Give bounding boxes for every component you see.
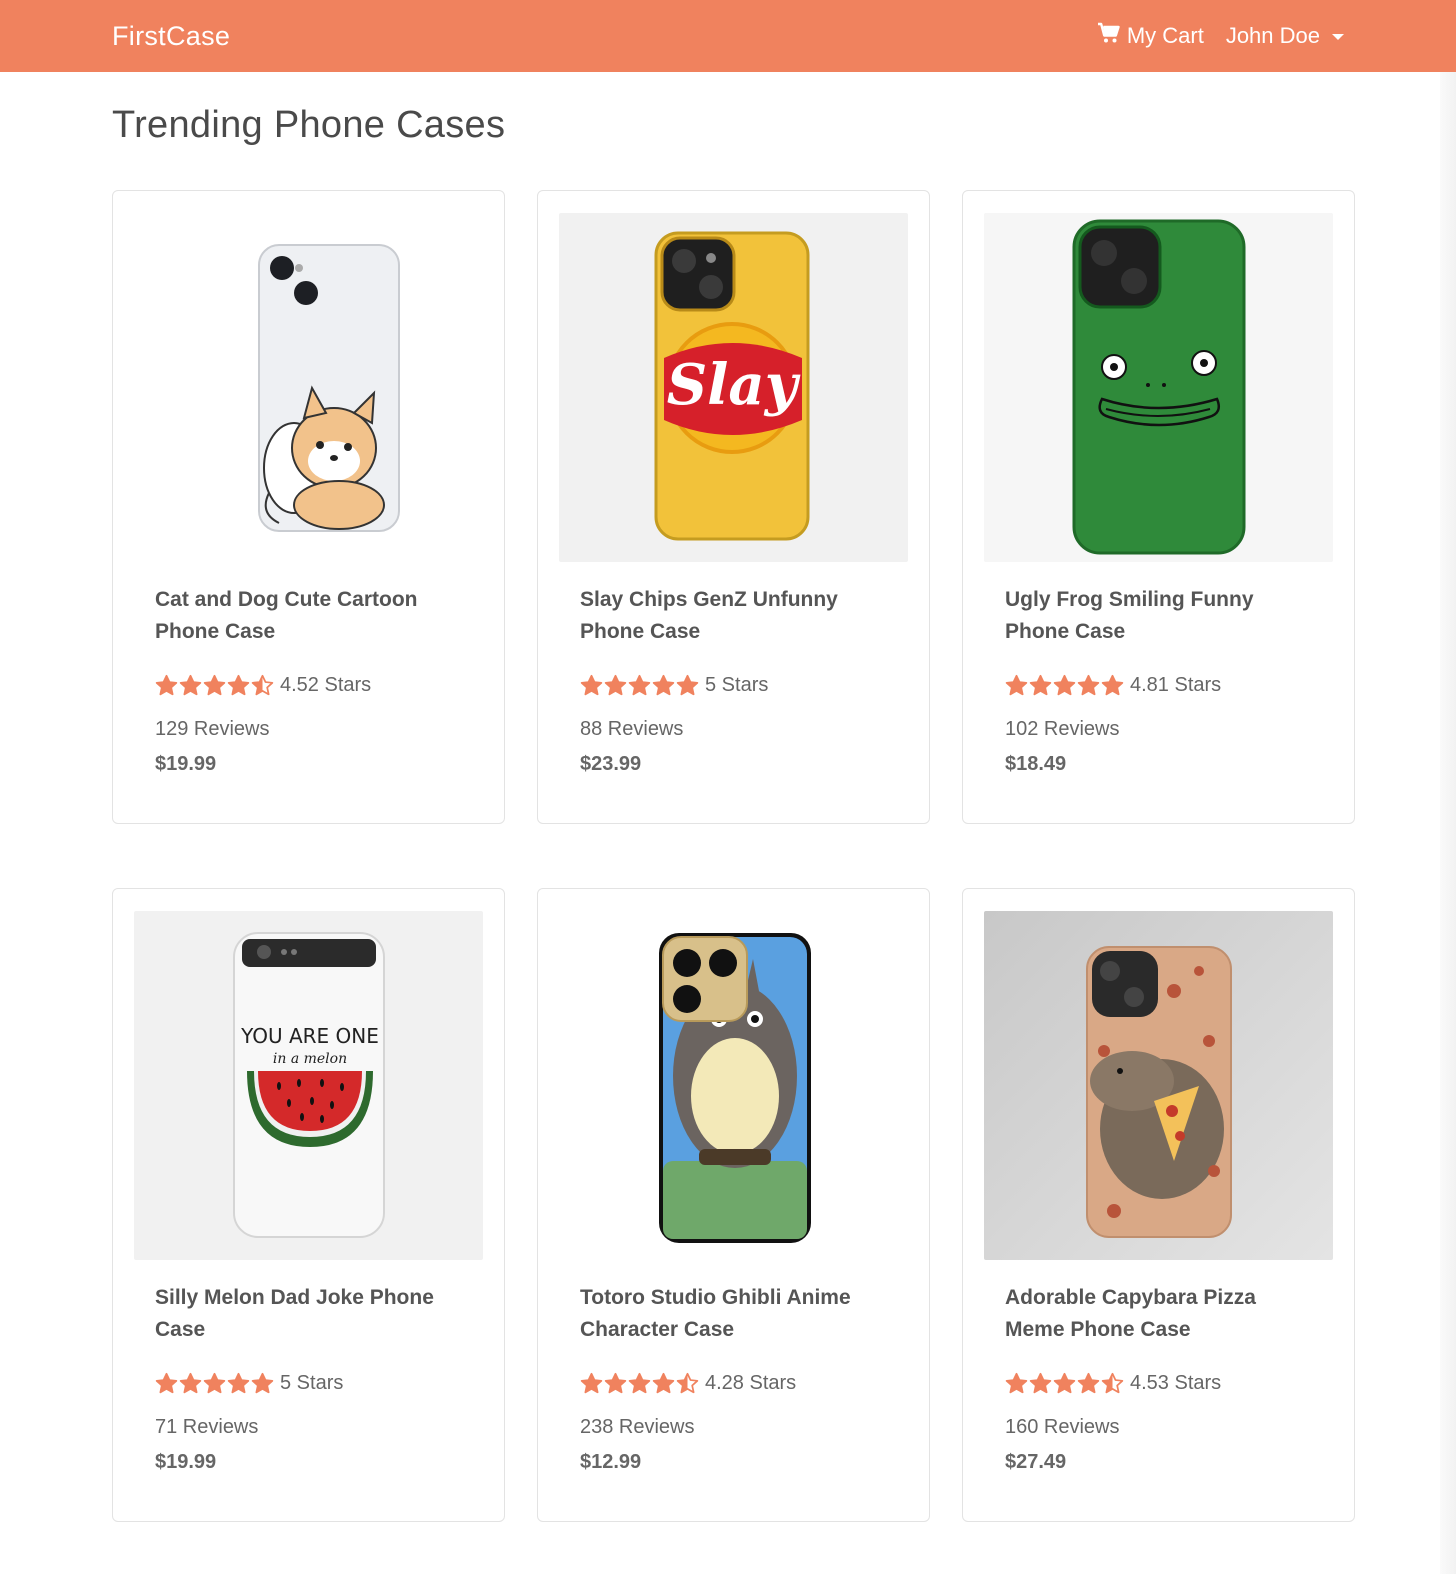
star-full-icon (179, 674, 202, 695)
navbar: FirstCase My Cart John Doe (0, 0, 1456, 72)
rating-label: 4.81 Stars (1130, 673, 1222, 696)
product-image[interactable] (134, 213, 483, 562)
slay-case-art: Slay (654, 231, 810, 541)
star-full-icon (652, 1372, 675, 1393)
product-image[interactable]: Slay (559, 213, 908, 562)
capybara-case-art (1086, 946, 1232, 1238)
star-full-icon (1005, 1372, 1028, 1393)
product-price: $12.99 (580, 1451, 642, 1473)
review-count: 71 Reviews (155, 1416, 259, 1438)
product-rating: 5 Stars (580, 670, 886, 700)
melon-headline-text: YOU ARE ONE (240, 1024, 379, 1048)
melon-subtext: in a melon (273, 1051, 347, 1067)
star-full-icon (628, 674, 651, 695)
product-grid: Cat and Dog Cute Cartoon Phone Case 4.52… (112, 190, 1355, 1522)
product-title[interactable]: Adorable Capybara Pizza Meme Phone Case (1005, 1282, 1311, 1346)
totoro-case-art (659, 933, 811, 1243)
star-full-icon (251, 1372, 274, 1393)
my-cart-label: My Cart (1126, 23, 1204, 48)
review-count: 160 Reviews (1005, 1416, 1120, 1438)
star-half-icon (251, 674, 274, 695)
star-half-icon (1101, 1372, 1124, 1393)
user-menu-dropdown[interactable]: John Doe (1226, 23, 1344, 49)
product-image[interactable] (984, 911, 1333, 1260)
product-image[interactable]: YOU ARE ONE in a melon (134, 911, 483, 1260)
star-full-icon (604, 1372, 627, 1393)
rating-label: 4.28 Stars (705, 1371, 797, 1394)
nav-right: My Cart John Doe (1097, 22, 1344, 50)
page-title: Trending Phone Cases (112, 104, 506, 146)
rating-label: 4.53 Stars (1130, 1371, 1222, 1394)
review-count: 238 Reviews (580, 1416, 695, 1438)
star-full-icon (1077, 674, 1100, 695)
star-full-icon (1077, 1372, 1100, 1393)
star-full-icon (1053, 674, 1076, 695)
product-rating: 4.53 Stars (1005, 1368, 1311, 1398)
product-title[interactable]: Cat and Dog Cute Cartoon Phone Case (155, 584, 461, 648)
star-full-icon (604, 674, 627, 695)
rating-stars (580, 1372, 699, 1395)
product-image[interactable] (559, 911, 908, 1260)
product-price: $19.99 (155, 1451, 217, 1473)
star-full-icon (1053, 1372, 1076, 1393)
star-full-icon (580, 674, 603, 695)
product-rating: 4.81 Stars (1005, 670, 1311, 700)
frog-case-art (1072, 219, 1246, 555)
product-price: $27.49 (1005, 1451, 1067, 1473)
product-price: $18.49 (1005, 753, 1067, 775)
star-full-icon (652, 674, 675, 695)
product-rating: 4.52 Stars (155, 670, 461, 700)
star-full-icon (155, 1372, 178, 1393)
product-title[interactable]: Ugly Frog Smiling Funny Phone Case (1005, 584, 1311, 648)
chevron-down-icon (1332, 34, 1344, 40)
rating-label: 4.52 Stars (280, 673, 372, 696)
product-title[interactable]: Slay Chips GenZ Unfunny Phone Case (580, 584, 886, 648)
star-full-icon (227, 1372, 250, 1393)
review-count: 88 Reviews (580, 718, 684, 740)
product-card[interactable]: Totoro Studio Ghibli Anime Character Cas… (537, 888, 930, 1522)
product-card[interactable]: Cat and Dog Cute Cartoon Phone Case 4.52… (112, 190, 505, 824)
rating-stars (1005, 1372, 1124, 1395)
brand-logo[interactable]: FirstCase (112, 21, 230, 52)
star-half-icon (676, 1372, 699, 1393)
star-full-icon (1029, 1372, 1052, 1393)
review-count: 129 Reviews (155, 718, 270, 740)
product-card[interactable]: Slay Slay Chips GenZ Unfunny Phone Case … (537, 190, 930, 824)
star-full-icon (203, 1372, 226, 1393)
product-image[interactable] (984, 213, 1333, 562)
user-name: John Doe (1225, 23, 1320, 48)
star-full-icon (227, 674, 250, 695)
star-full-icon (1005, 674, 1028, 695)
cat-dog-case-art (258, 244, 400, 532)
product-rating: 4.28 Stars (580, 1368, 886, 1398)
star-full-icon (203, 674, 226, 695)
star-full-icon (179, 1372, 202, 1393)
my-cart-link[interactable]: My Cart (1097, 22, 1204, 50)
product-title[interactable]: Totoro Studio Ghibli Anime Character Cas… (580, 1282, 886, 1346)
product-price: $19.99 (155, 753, 217, 775)
product-card[interactable]: YOU ARE ONE in a melon Silly Melon Dad J… (112, 888, 505, 1522)
rating-stars (155, 1372, 274, 1395)
product-card[interactable]: Adorable Capybara Pizza Meme Phone Case … (962, 888, 1355, 1522)
rating-stars (155, 674, 274, 697)
product-title[interactable]: Silly Melon Dad Joke Phone Case (155, 1282, 461, 1346)
rating-label: 5 Stars (705, 673, 769, 696)
rating-label: 5 Stars (280, 1371, 344, 1394)
star-full-icon (1101, 674, 1124, 695)
review-count: 102 Reviews (1005, 718, 1120, 740)
melon-case-art: YOU ARE ONE in a melon (233, 932, 385, 1238)
star-full-icon (1029, 674, 1052, 695)
product-rating: 5 Stars (155, 1368, 461, 1398)
scrollbar-track[interactable] (1440, 72, 1456, 1574)
star-full-icon (628, 1372, 651, 1393)
cart-icon (1097, 22, 1121, 50)
rating-stars (580, 674, 699, 697)
star-full-icon (155, 674, 178, 695)
star-full-icon (676, 674, 699, 695)
star-full-icon (580, 1372, 603, 1393)
product-price: $23.99 (580, 753, 642, 775)
product-card[interactable]: Ugly Frog Smiling Funny Phone Case 4.81 … (962, 190, 1355, 824)
slay-logo-text: Slay (667, 352, 801, 418)
rating-stars (1005, 674, 1124, 697)
